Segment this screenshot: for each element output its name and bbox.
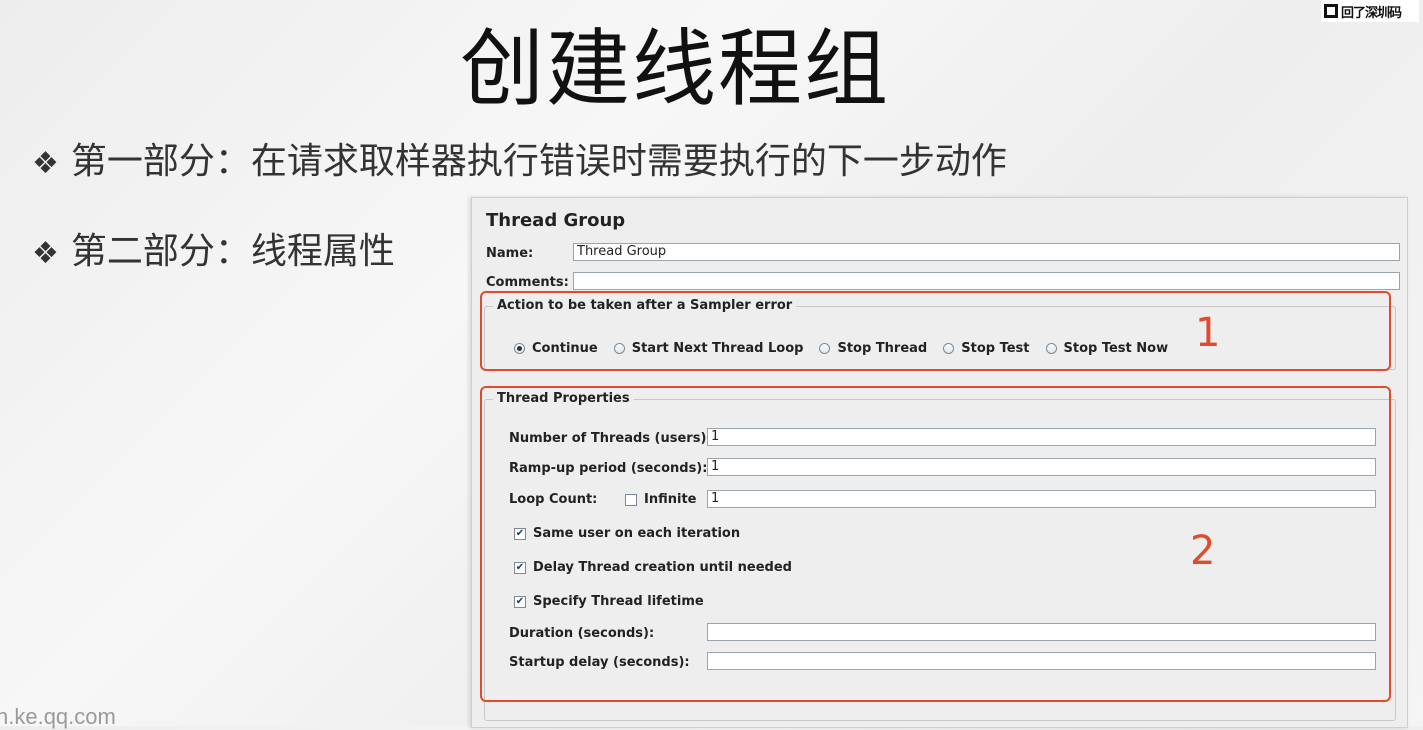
bullet-diamond-icon: ❖: [32, 146, 59, 181]
bullet-part-one: ❖ 第一部分：在请求取样器执行错误时需要执行的下一步动作: [32, 132, 1007, 184]
slide-title: 创建线程组: [459, 20, 890, 118]
name-field[interactable]: Thread Group: [573, 243, 1400, 261]
bullet-part-one-text: 第一部分：在请求取样器执行错误时需要执行的下一步动作: [70, 141, 1007, 182]
annotation-box-1: [480, 291, 1391, 371]
qr-code-badge: 回了深圳码: [1321, 0, 1419, 22]
annotation-number-1: 1: [1195, 310, 1221, 356]
annotation-box-2: [480, 386, 1391, 702]
footer-url: n.ke.qq.com: [0, 704, 116, 729]
bullet-diamond-icon: ❖: [32, 236, 59, 271]
annotation-number-2: 2: [1190, 528, 1216, 574]
comments-field[interactable]: [573, 272, 1400, 290]
name-label: Name:: [486, 246, 534, 261]
qr-code-icon: [1324, 4, 1338, 18]
comments-label: Comments:: [486, 275, 569, 290]
panel-title: Thread Group: [486, 210, 626, 231]
bullet-part-two-text: 第二部分：线程属性: [70, 231, 395, 272]
bullet-part-two: ❖ 第二部分：线程属性: [32, 222, 395, 274]
qr-code-label: 回了深圳码: [1341, 5, 1402, 21]
